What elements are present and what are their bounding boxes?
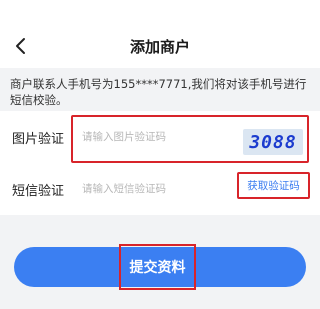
nav-bar: 添加商户	[0, 0, 320, 68]
sms-code-input[interactable]	[82, 177, 222, 201]
get-code-button[interactable]: 获取验证码	[237, 172, 310, 199]
verification-notice: 商户联系人手机号为155****7771,我们将对该手机号进行短信校验。	[10, 77, 307, 107]
page-title: 添加商户	[129, 38, 190, 56]
verification-form: 图片验证 短信验证 3088	[0, 111, 320, 215]
add-merchant-page: 添加商户 商户联系人手机号为155****7771,我们将对该手机号进行短信校验…	[0, 0, 320, 309]
image-captcha-input[interactable]	[82, 125, 222, 149]
image-captcha-label: 图片验证	[12, 131, 65, 147]
captcha-text: 3088	[249, 131, 297, 153]
captcha-image[interactable]: 3088	[243, 129, 303, 155]
submit-button[interactable]	[14, 247, 306, 287]
sms-code-label: 短信验证	[12, 183, 65, 199]
